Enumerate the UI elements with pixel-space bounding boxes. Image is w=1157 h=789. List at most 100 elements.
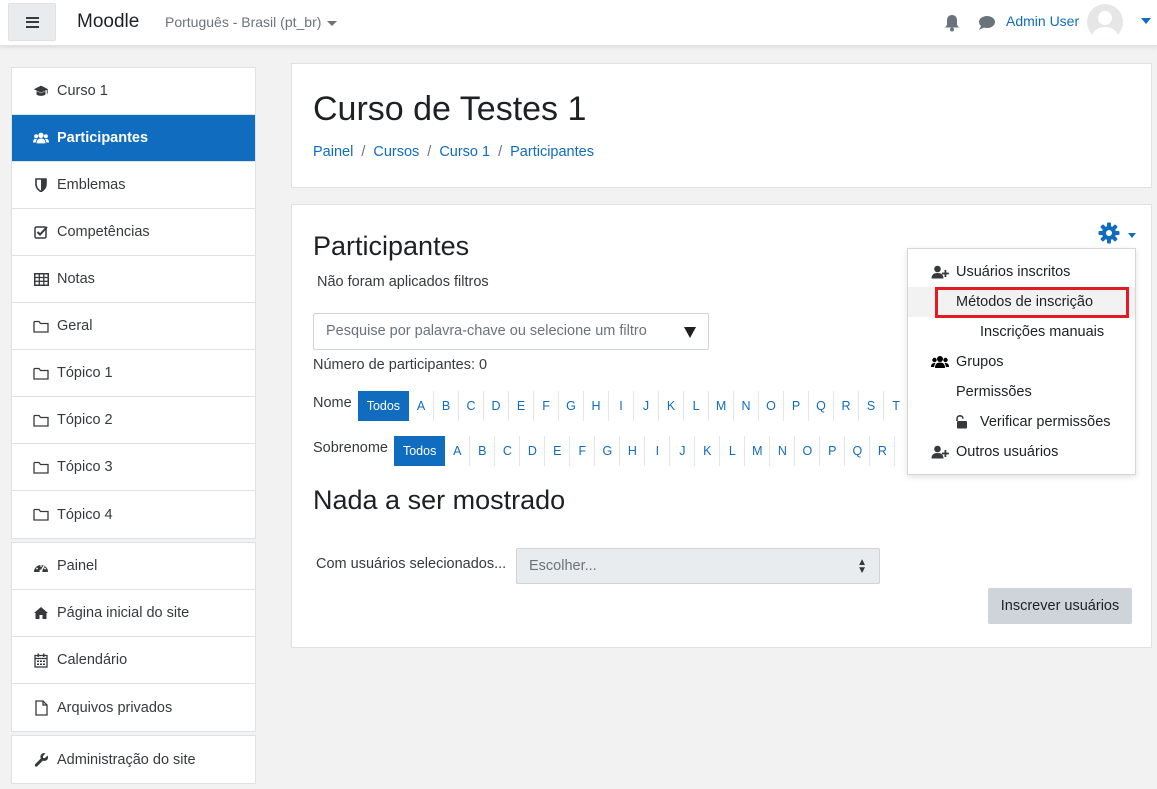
first-name-filter-letter[interactable]: B bbox=[434, 391, 460, 421]
user-plus-icon bbox=[931, 445, 949, 459]
folder-icon bbox=[33, 365, 49, 381]
dropdown-item-label: Permissões bbox=[956, 384, 1032, 400]
dropdown-item-label: Outros usuários bbox=[956, 444, 1059, 460]
last-name-filter-letter[interactable]: A bbox=[445, 436, 471, 466]
last-name-filter-letter[interactable]: B bbox=[470, 436, 496, 466]
last-name-filter-letter[interactable]: K bbox=[695, 436, 721, 466]
last-name-filter-letter[interactable]: G bbox=[595, 436, 621, 466]
last-name-filter-letter[interactable]: E bbox=[545, 436, 571, 466]
sidebar-item-geral[interactable]: Geral bbox=[12, 303, 255, 350]
dropdown-item-grupos[interactable]: Grupos bbox=[908, 347, 1135, 377]
dropdown-item-permissoes[interactable]: Permissões bbox=[908, 377, 1135, 407]
last-name-filter-all[interactable]: Todos bbox=[393, 436, 446, 466]
dropdown-triangle-icon[interactable] bbox=[684, 327, 696, 338]
enrol-users-button[interactable]: Inscrever usuários bbox=[988, 588, 1132, 624]
last-name-filter-letter[interactable]: H bbox=[620, 436, 646, 466]
dropdown-item-label: Inscrições manuais bbox=[980, 324, 1105, 340]
sidebar-item-label: Participantes bbox=[57, 130, 149, 146]
first-name-filter-letter[interactable]: Q bbox=[809, 391, 835, 421]
first-name-filter-letter[interactable]: N bbox=[734, 391, 760, 421]
sidebar-site-nav: Painel Página inicial do site Calendário Ar… bbox=[11, 542, 256, 732]
first-name-filter-letter[interactable]: F bbox=[534, 391, 560, 421]
last-name-filter-letter[interactable]: P bbox=[820, 436, 846, 466]
last-name-filter-letter[interactable]: C bbox=[495, 436, 521, 466]
sidebar-item-arquivos-privados[interactable]: Arquivos privados bbox=[12, 684, 255, 731]
last-name-filter-letter[interactable]: D bbox=[520, 436, 546, 466]
file-icon bbox=[33, 699, 49, 716]
last-name-filter-letter[interactable]: L bbox=[720, 436, 746, 466]
dropdown-item-inscricoes-manuais[interactable]: Inscrições manuais bbox=[908, 317, 1135, 347]
sidebar-item-participantes[interactable]: Participantes bbox=[12, 115, 255, 162]
first-name-filter-letter[interactable]: P bbox=[784, 391, 810, 421]
breadcrumb-cursos[interactable]: Cursos bbox=[373, 144, 419, 160]
navbar: Moodle Português - Brasil ‎(pt_br)‎ Admi… bbox=[0, 0, 1157, 46]
home-icon bbox=[33, 605, 49, 621]
first-name-filter-letter[interactable]: G bbox=[559, 391, 585, 421]
user-menu-name[interactable]: Admin User bbox=[1006, 13, 1079, 29]
breadcrumb-participantes[interactable]: Participantes bbox=[510, 144, 594, 160]
filter-search-input[interactable]: Pesquise por palavra-chave ou selecione … bbox=[313, 313, 709, 350]
first-name-filter-letter[interactable]: R bbox=[834, 391, 860, 421]
sidebar-item-calendario[interactable]: Calendário bbox=[12, 637, 255, 684]
bulk-action-select[interactable]: Escolher... ▲ ▼ bbox=[516, 548, 880, 584]
first-name-filter-letter[interactable]: S bbox=[859, 391, 885, 421]
dropdown-item-verificar-permissoes[interactable]: Verificar permissões bbox=[908, 407, 1135, 437]
first-name-filter-letter[interactable]: H bbox=[584, 391, 610, 421]
sidebar-course-nav: Curso 1 Participantes Emblemas Competências… bbox=[11, 67, 256, 539]
last-name-filter-letter[interactable]: Q bbox=[845, 436, 871, 466]
sidebar-item-topico-2[interactable]: Tópico 2 bbox=[12, 397, 255, 444]
sidebar-item-topico-3[interactable]: Tópico 3 bbox=[12, 444, 255, 491]
sidebar-item-topico-1[interactable]: Tópico 1 bbox=[12, 350, 255, 397]
first-name-filter-letter[interactable]: M bbox=[709, 391, 735, 421]
user-menu-caret-icon[interactable] bbox=[1141, 18, 1151, 24]
sidebar-item-emblemas[interactable]: Emblemas bbox=[12, 162, 255, 209]
last-name-filter-letter[interactable]: O bbox=[795, 436, 821, 466]
first-name-filter-letter[interactable]: D bbox=[484, 391, 510, 421]
last-name-filter-letter[interactable]: J bbox=[670, 436, 696, 466]
last-name-filter-letter[interactable]: M bbox=[745, 436, 771, 466]
first-name-filter-letter[interactable]: O bbox=[759, 391, 785, 421]
sidebar-item-competencias[interactable]: Competências bbox=[12, 209, 255, 256]
sidebar-item-label: Tópico 3 bbox=[57, 459, 113, 475]
last-name-filter-letter[interactable]: I bbox=[645, 436, 671, 466]
hamburger-icon bbox=[25, 16, 39, 28]
filters-status: Não foram aplicados filtros bbox=[317, 274, 489, 290]
dropdown-item-usuarios-inscritos[interactable]: Usuários inscritos bbox=[908, 257, 1135, 287]
first-name-filter-letter[interactable]: L bbox=[684, 391, 710, 421]
first-name-filter-letter[interactable]: J bbox=[634, 391, 660, 421]
menu-toggle-button[interactable] bbox=[8, 3, 56, 41]
sidebar-item-topico-4[interactable]: Tópico 4 bbox=[12, 491, 255, 538]
first-name-filter-letter[interactable]: E bbox=[509, 391, 535, 421]
sidebar-item-pagina-inicial-do-site[interactable]: Página inicial do site bbox=[12, 590, 255, 637]
chat-icon[interactable] bbox=[978, 15, 996, 31]
first-name-filter-all[interactable]: Todos bbox=[357, 391, 410, 421]
sidebar-item-notas[interactable]: Notas bbox=[12, 256, 255, 303]
breadcrumb-painel[interactable]: Painel bbox=[313, 144, 353, 160]
select-arrows-icon: ▲ ▼ bbox=[857, 557, 867, 576]
avatar[interactable] bbox=[1087, 4, 1123, 40]
first-name-filter-letter[interactable]: C bbox=[459, 391, 485, 421]
breadcrumb-separator: / bbox=[427, 144, 432, 160]
users-icon bbox=[33, 130, 49, 146]
gear-icon[interactable] bbox=[1098, 222, 1120, 244]
first-name-filter-letter[interactable]: I bbox=[609, 391, 635, 421]
breadcrumb-curso-1[interactable]: Curso 1 bbox=[439, 144, 490, 160]
filter-search-placeholder: Pesquise por palavra-chave ou selecione … bbox=[326, 323, 647, 339]
sidebar-item-curso-1[interactable]: Curso 1 bbox=[12, 68, 255, 115]
folder-icon bbox=[33, 412, 49, 428]
breadcrumb: Painel / Cursos / Curso 1 / Participante… bbox=[313, 144, 594, 160]
first-name-filter-letter[interactable]: K bbox=[659, 391, 685, 421]
last-name-filter-letter[interactable]: N bbox=[770, 436, 796, 466]
sidebar-item-painel[interactable]: Painel bbox=[12, 543, 255, 590]
sidebar-item-label: Tópico 4 bbox=[57, 506, 113, 523]
chevron-down-icon[interactable] bbox=[1128, 233, 1136, 238]
last-name-filter-letter[interactable]: R bbox=[870, 436, 896, 466]
dropdown-item-outros-usuarios[interactable]: Outros usuários bbox=[908, 437, 1135, 467]
language-menu[interactable]: Português - Brasil ‎(pt_br)‎ bbox=[165, 14, 338, 30]
bell-icon[interactable] bbox=[944, 14, 960, 32]
last-name-filter-letter[interactable]: F bbox=[570, 436, 596, 466]
first-name-filter-letter[interactable]: A bbox=[409, 391, 435, 421]
first-name-filter-letter[interactable]: T bbox=[884, 391, 910, 421]
sidebar-item-administracao-do-site[interactable]: Administração do site bbox=[12, 736, 255, 783]
site-brand[interactable]: Moodle bbox=[77, 11, 139, 33]
